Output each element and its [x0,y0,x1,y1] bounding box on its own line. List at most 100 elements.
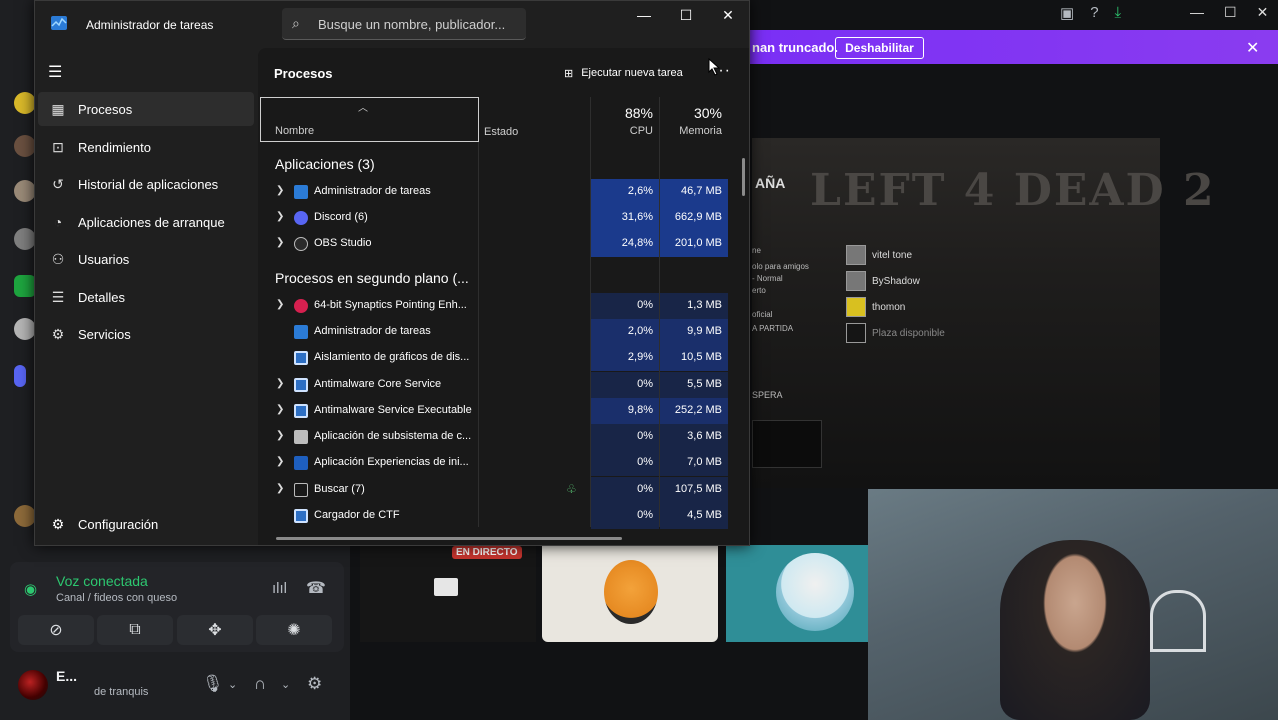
sidebar-item-detalles[interactable]: ☰ Detalles [38,280,254,314]
player-row: vitel tone [846,245,912,265]
chevron-right-icon[interactable]: ❯ [276,404,284,415]
vertical-scrollbar[interactable] [742,158,745,196]
chevron-right-icon[interactable]: ❯ [276,211,284,222]
process-cpu: 0% [591,424,659,450]
table-row[interactable]: Administrador de tareas 2,0% 9,9 MB [260,319,728,345]
headphones-icon[interactable]: ∩ [254,674,266,694]
column-header-memory[interactable]: Memoria [660,125,722,137]
table-row[interactable]: ❯ Antimalware Core Service 0% 5,5 MB [260,372,728,398]
chevron-right-icon[interactable]: ❯ [276,299,284,310]
table-row[interactable]: Aislamiento de gráficos de dis... 2,9% 1… [260,345,728,371]
close-icon[interactable]: ✕ [1257,4,1269,21]
table-row[interactable]: ❯ 64-bit Synaptics Pointing Enh... 0% 1,… [260,293,728,319]
window-title: Administrador de tareas [86,18,214,32]
signal-icon[interactable]: ◉ [24,580,37,598]
group-title-background[interactable]: Procesos en segundo plano (... [275,270,469,286]
activities-button[interactable]: ✥ [177,615,253,645]
game-menu-item: olo para amigos [752,262,809,271]
download-icon[interactable]: ⤓ [1115,4,1122,26]
microphone-icon[interactable]: 🎙 [202,674,224,694]
player-row: Plaza disponible [846,323,945,343]
camera-button[interactable]: ⊘ [18,615,94,645]
table-row[interactable]: ❯ Buscar (7) ♧ 0% 107,5 MB [260,477,728,503]
close-button[interactable]: ✕ [708,5,748,25]
window-app-icon [294,509,308,523]
voice-channel[interactable]: Canal / fideos con queso [56,592,177,604]
server-icon[interactable] [14,92,36,114]
chevron-right-icon[interactable]: ❯ [276,456,284,467]
activities-icon: ✥ [208,622,222,639]
column-header-cpu[interactable]: CPU [591,125,653,137]
hamburger-menu-icon[interactable]: ☰ [48,62,62,82]
chevron-right-icon[interactable]: ❯ [276,237,284,248]
table-row[interactable]: ❯ Discord (6) 31,6% 662,9 MB [260,205,728,231]
server-icon[interactable] [14,365,26,387]
process-name: Antimalware Core Service [314,378,442,390]
user-avatar[interactable] [18,670,48,700]
chevron-right-icon[interactable]: ❯ [276,378,284,389]
soundboard-button[interactable]: ✺ [256,615,332,645]
screen-share-icon: ⧉ [129,621,141,638]
soundboard-icon[interactable]: ılıl [272,580,287,597]
user-name[interactable]: E... [56,668,77,684]
disable-button[interactable]: Deshabilitar [835,37,924,59]
horizontal-scrollbar[interactable] [276,537,622,540]
run-new-task-button[interactable]: ⊞ Ejecutar nueva tarea [556,60,700,86]
process-name: Aislamiento de gráficos de dis... [314,351,470,363]
settings-label: Configuración [78,516,159,532]
screen-share-button[interactable]: ⧉ [97,615,173,645]
server-icon[interactable] [14,275,36,297]
discord-icon [294,211,308,225]
chevron-right-icon[interactable]: ❯ [276,430,284,441]
process-memory: 4,5 MB [660,503,728,529]
table-row[interactable]: ❯ Aplicación de subsistema de c... 0% 3,… [260,424,728,450]
discord-toolbar: ▣ ? ⤓ [1060,4,1121,26]
server-icon[interactable] [14,180,36,202]
search-input[interactable] [318,10,522,38]
server-icon[interactable] [14,135,36,157]
player-avatar [846,271,866,291]
close-icon[interactable]: ✕ [1246,38,1259,58]
column-header-status[interactable]: Estado [484,126,518,138]
discord-window-controls: — ☐ ✕ [1190,4,1268,21]
minimize-icon[interactable]: — [1190,4,1204,21]
process-cpu: 0% [591,477,659,503]
table-row[interactable]: Cargador de CTF 0% 4,5 MB [260,503,728,529]
sidebar-item-procesos[interactable]: ▦ Procesos [38,92,254,126]
inbox-icon[interactable]: ▣ [1060,4,1074,26]
process-name: Administrador de tareas [314,325,431,337]
live-badge: EN DIRECTO [452,546,522,559]
chevron-right-icon[interactable]: ❯ [276,185,284,196]
server-icon[interactable] [14,318,36,340]
process-cpu: 9,8% [591,398,659,424]
sidebar-item-historial[interactable]: ↺ Historial de aplicaciones [38,167,254,201]
printer-icon [294,430,308,444]
process-memory: 7,0 MB [660,450,728,476]
table-row[interactable]: ❯ Antimalware Service Executable 9,8% 25… [260,398,728,424]
help-icon[interactable]: ? [1090,4,1098,26]
maximize-icon[interactable]: ☐ [1224,4,1237,21]
player-name: thomon [872,301,906,313]
task-manager-icon [51,16,67,30]
chevron-down-icon[interactable]: ⌄ [281,678,290,691]
minimize-button[interactable]: — [624,5,664,25]
gear-icon[interactable]: ⚙ [307,674,322,694]
sidebar-item-servicios[interactable]: ⚙ Servicios [38,317,254,351]
chevron-down-icon[interactable]: ⌄ [228,678,237,691]
table-row[interactable]: ❯ Aplicación Experiencias de ini... 0% 7… [260,450,728,476]
webcam-background-shelf [1150,590,1206,652]
table-row[interactable]: ❯ Administrador de tareas 2,6% 46,7 MB [260,179,728,205]
sidebar-item-label: Historial de aplicaciones [78,176,219,192]
sidebar-item-usuarios[interactable]: ⚇ Usuarios [38,242,254,276]
sidebar-item-arranque[interactable]: ◔ Aplicaciones de arranque [38,205,254,239]
table-row[interactable]: ❯ OBS Studio 24,8% 201,0 MB [260,231,728,257]
server-icon[interactable] [14,505,36,527]
chevron-right-icon[interactable]: ❯ [276,483,284,494]
group-title-apps[interactable]: Aplicaciones (3) [275,156,375,172]
server-icon[interactable] [14,228,36,250]
sidebar-item-rendimiento[interactable]: ⊡ Rendimiento [38,130,254,164]
process-name: Administrador de tareas [314,185,431,197]
maximize-button[interactable]: ☐ [666,5,706,25]
disconnect-icon[interactable]: ☎ [306,578,326,598]
settings-button[interactable]: ⚙ Configuración [38,507,254,541]
